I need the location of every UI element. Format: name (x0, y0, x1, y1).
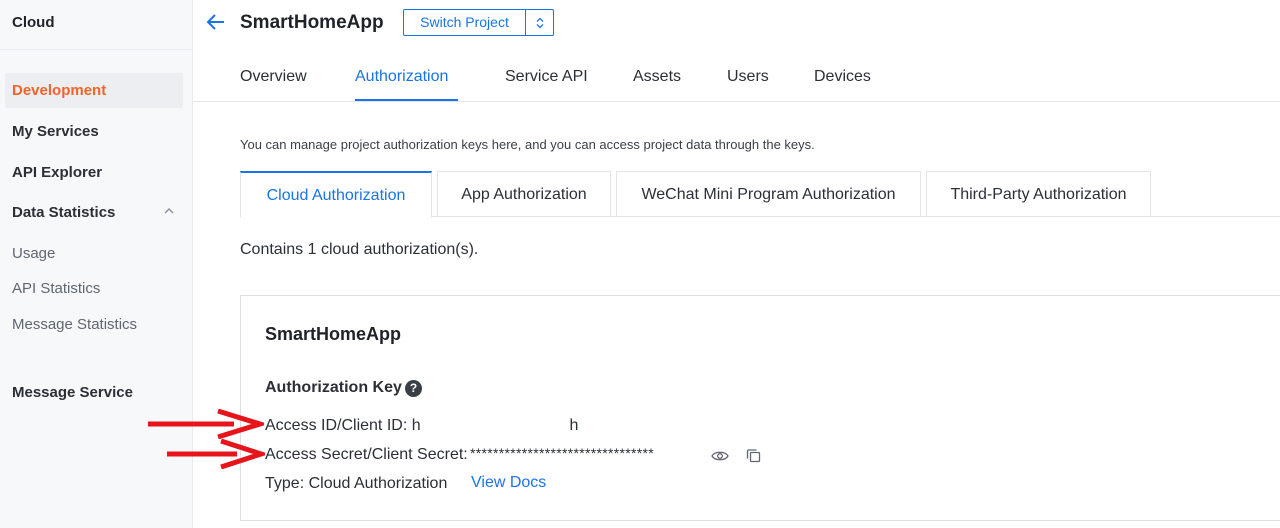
sidebar-item-api-statistics[interactable]: API Statistics (12, 280, 100, 297)
tab-assets[interactable]: Assets (633, 68, 681, 86)
authorization-card: SmartHomeApp Authorization Key ? Access … (240, 295, 1280, 521)
access-id-suffix: h (569, 417, 579, 434)
sidebar-item-message-statistics[interactable]: Message Statistics (12, 316, 137, 333)
eye-icon[interactable] (711, 449, 729, 463)
authorization-key-heading: Authorization Key (265, 379, 402, 396)
project-title: SmartHomeApp (240, 12, 384, 33)
access-id-row: Access ID/Client ID: h h (265, 417, 578, 435)
annotation-arrow-icon (167, 439, 265, 469)
subtab-third-party-authorization[interactable]: Third-Party Authorization (926, 171, 1151, 217)
annotation-arrow-icon (148, 409, 264, 439)
switch-project-button[interactable]: Switch Project (403, 9, 554, 36)
sidebar-item-message-service[interactable]: Message Service (12, 384, 133, 401)
subtab-app-authorization[interactable]: App Authorization (437, 171, 611, 217)
tab-authorization[interactable]: Authorization (355, 68, 448, 86)
access-secret-label: Access Secret/Client Secret: (265, 446, 468, 463)
chevron-up-icon[interactable] (163, 205, 175, 217)
back-arrow-icon[interactable] (205, 11, 227, 33)
sort-caret-icon (536, 17, 543, 28)
sidebar-item-api-explorer[interactable]: API Explorer (12, 164, 102, 181)
access-id-label: Access ID/Client ID: h (265, 417, 421, 434)
type-label: Type: Cloud Authorization (265, 475, 448, 492)
subtab-wechat-mini-program-authorization[interactable]: WeChat Mini Program Authorization (616, 171, 921, 217)
card-title: SmartHomeApp (265, 324, 402, 344)
sidebar-item-my-services[interactable]: My Services (12, 123, 99, 140)
copy-icon[interactable] (746, 448, 761, 463)
switch-project-label[interactable]: Switch Project (404, 10, 526, 35)
sidebar-item-development[interactable]: Development (5, 73, 183, 108)
page-description: You can manage project authorization key… (240, 137, 815, 152)
tab-service-api[interactable]: Service API (505, 68, 588, 86)
tab-users[interactable]: Users (727, 68, 769, 86)
help-icon[interactable]: ? (405, 380, 422, 397)
subtab-cloud-authorization[interactable]: Cloud Authorization (240, 171, 432, 218)
access-secret-value: ******************************** (470, 445, 654, 461)
view-docs-link[interactable]: View Docs (471, 474, 546, 492)
tab-overview[interactable]: Overview (240, 68, 307, 86)
sidebar-item-data-statistics[interactable]: Data Statistics (12, 204, 115, 221)
sidebar-item-usage[interactable]: Usage (12, 245, 55, 262)
tab-devices[interactable]: Devices (814, 68, 871, 86)
authorization-count: Contains 1 cloud authorization(s). (240, 241, 479, 258)
access-secret-row: Access Secret/Client Secret: (265, 446, 468, 464)
tabs-divider (193, 101, 1280, 102)
type-row: Type: Cloud Authorization (265, 475, 447, 493)
switch-project-toggle[interactable] (526, 10, 553, 35)
brand-title: Cloud (12, 14, 55, 31)
sidebar-divider (0, 49, 193, 50)
